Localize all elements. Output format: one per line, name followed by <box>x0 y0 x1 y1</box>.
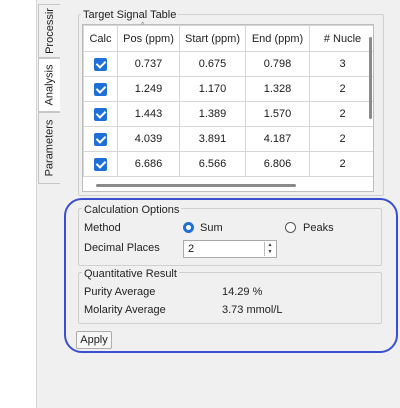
col-header-nuclei[interactable]: # Nucle <box>309 25 373 52</box>
cell-start: 0.675 <box>179 51 246 77</box>
cell-start: 1.389 <box>179 101 246 127</box>
calculation-options-title: Calculation Options <box>82 204 182 216</box>
cell-end: 6.806 <box>245 151 310 177</box>
spin-up-icon[interactable]: ▲ <box>268 242 273 249</box>
apply-button[interactable]: Apply <box>76 331 112 349</box>
col-header-pos[interactable]: Pos (ppm) <box>117 25 180 52</box>
table-row[interactable]: 6.686 6.566 6.806 2 <box>83 151 373 177</box>
col-header-end[interactable]: End (ppm) <box>245 25 310 52</box>
decimal-places-spinbox[interactable]: 2 ▲ ▼ <box>183 240 277 258</box>
quantitative-result-title: Quantitative Result <box>82 268 179 280</box>
table-row[interactable]: 4.039 3.891 4.187 2 <box>83 126 373 152</box>
table-header-row: Calc Pos (ppm) Start (ppm) End (ppm) # N… <box>83 25 373 52</box>
method-sum-radio[interactable] <box>183 222 194 233</box>
cell-start: 3.891 <box>179 126 246 152</box>
cell-nuclei: 2 <box>309 76 373 102</box>
tab-parameters[interactable]: Parameters <box>38 112 60 184</box>
target-signal-title: Target Signal Table <box>81 9 179 21</box>
tab-processing-label: Processir <box>43 8 56 54</box>
cell-pos: 0.737 <box>117 51 180 77</box>
method-peaks-radio[interactable] <box>285 222 296 233</box>
molarity-average-label: Molarity Average <box>84 304 166 316</box>
molarity-average-value: 3.73 mmol/L <box>222 304 283 316</box>
method-label: Method <box>84 222 121 234</box>
tab-analysis-label: Analysis <box>43 64 56 106</box>
calc-checkbox[interactable] <box>94 57 107 71</box>
method-peaks-label[interactable]: Peaks <box>303 222 334 234</box>
sort-caret-icon: ^ <box>141 22 145 29</box>
spin-buttons[interactable]: ▲ ▼ <box>264 242 275 256</box>
cell-end: 1.328 <box>245 76 310 102</box>
calc-checkbox[interactable] <box>94 107 107 121</box>
cell-pos: 1.249 <box>117 76 180 102</box>
table-vertical-scrollbar[interactable] <box>369 37 372 119</box>
col-header-calc[interactable]: Calc <box>83 25 118 52</box>
cell-nuclei: 3 <box>309 51 373 77</box>
cell-end: 1.570 <box>245 101 310 127</box>
cell-nuclei: 2 <box>309 101 373 127</box>
cell-nuclei: 2 <box>309 151 373 177</box>
col-header-start[interactable]: Start (ppm) <box>179 25 246 52</box>
cell-end: 4.187 <box>245 126 310 152</box>
cell-pos: 1.443 <box>117 101 180 127</box>
table-row[interactable]: 0.737 0.675 0.798 3 <box>83 51 373 77</box>
tab-analysis[interactable]: Analysis <box>38 58 60 112</box>
left-blank-area <box>0 0 36 408</box>
decimal-places-value: 2 <box>188 243 195 255</box>
cell-end: 0.798 <box>245 51 310 77</box>
decimal-places-label: Decimal Places <box>84 242 160 254</box>
method-sum-label[interactable]: Sum <box>200 222 223 234</box>
table-horizontal-scrollbar[interactable] <box>96 184 296 187</box>
calc-checkbox[interactable] <box>94 157 107 171</box>
table-row[interactable]: 1.249 1.170 1.328 2 <box>83 76 373 102</box>
tab-parameters-label: Parameters <box>43 119 56 177</box>
tab-processing[interactable]: Processir <box>38 4 60 58</box>
cell-pos: 4.039 <box>117 126 180 152</box>
calc-checkbox[interactable] <box>94 82 107 96</box>
cell-start: 1.170 <box>179 76 246 102</box>
purity-average-value: 14.29 % <box>222 286 263 298</box>
spin-down-icon[interactable]: ▼ <box>268 249 273 256</box>
target-signal-table[interactable]: Calc Pos (ppm) Start (ppm) End (ppm) # N… <box>82 24 374 192</box>
cell-pos: 6.686 <box>117 151 180 177</box>
cell-nuclei: 2 <box>309 126 373 152</box>
cell-start: 6.566 <box>179 151 246 177</box>
calc-checkbox[interactable] <box>94 132 107 146</box>
purity-average-label: Purity Average <box>84 286 156 298</box>
table-row[interactable]: 1.443 1.389 1.570 2 <box>83 101 373 127</box>
